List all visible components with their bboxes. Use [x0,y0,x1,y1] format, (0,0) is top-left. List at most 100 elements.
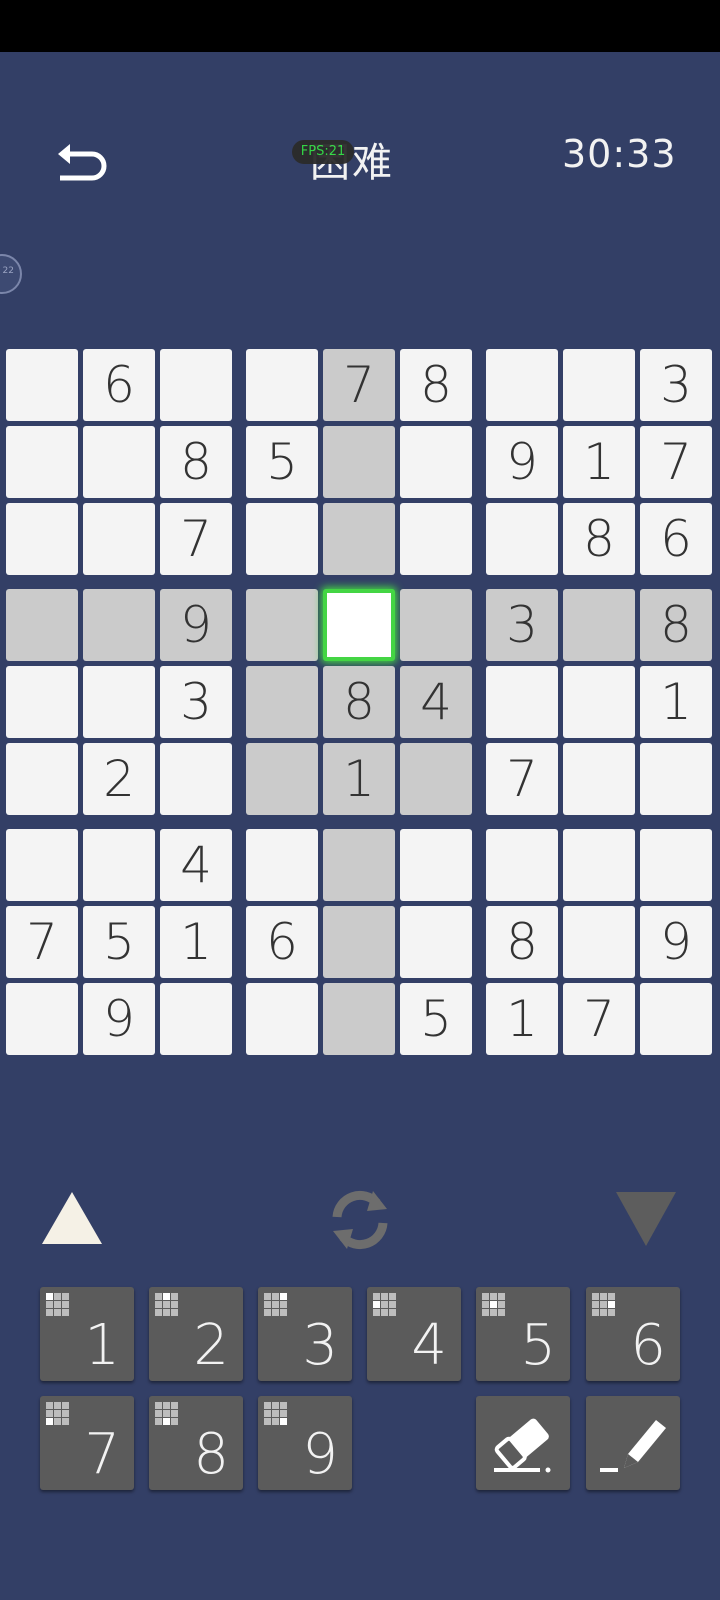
pencil-button[interactable] [586,1396,680,1490]
cell-r1-c8[interactable] [563,349,635,421]
cell-r4-c7[interactable]: 3 [486,589,558,661]
cell-r5-c2[interactable] [83,666,155,738]
cell-r3-c8[interactable]: 8 [563,503,635,575]
cell-r7-c4[interactable] [246,829,318,901]
digit-3-button[interactable]: 3 [258,1287,352,1381]
cell-r9-c9[interactable] [640,983,712,1055]
cell-r2-c4[interactable]: 5 [246,426,318,498]
cell-r5-c3[interactable]: 3 [160,666,232,738]
digit-8-button[interactable]: 8 [149,1396,243,1490]
cell-r7-c2[interactable] [83,829,155,901]
eraser-button[interactable] [476,1396,570,1490]
cell-r6-c7[interactable]: 7 [486,743,558,815]
cell-r6-c8[interactable] [563,743,635,815]
cell-r4-c1[interactable] [6,589,78,661]
cell-r3-c9[interactable]: 6 [640,503,712,575]
cell-r3-c7[interactable] [486,503,558,575]
cell-r2-c1[interactable] [6,426,78,498]
digit-7-button[interactable]: 7 [40,1396,134,1490]
cell-r8-c5[interactable] [323,906,395,978]
cell-r2-c8[interactable]: 1 [563,426,635,498]
cell-r9-c4[interactable] [246,983,318,1055]
cell-r8-c2[interactable]: 5 [83,906,155,978]
cell-r5-c4[interactable] [246,666,318,738]
cell-r3-c6[interactable] [400,503,472,575]
cell-r2-c6[interactable] [400,426,472,498]
cell-r9-c8[interactable]: 7 [563,983,635,1055]
cell-r8-c9[interactable]: 9 [640,906,712,978]
floating-side-badge[interactable]: 22 [0,254,22,294]
cell-r7-c6[interactable] [400,829,472,901]
cell-r8-c6[interactable] [400,906,472,978]
cell-r4-c3[interactable]: 9 [160,589,232,661]
cell-r3-c4[interactable] [246,503,318,575]
cell-r9-c1[interactable] [6,983,78,1055]
cell-r1-c4[interactable] [246,349,318,421]
cell-r2-c5[interactable] [323,426,395,498]
cell-r6-c4[interactable] [246,743,318,815]
cell-r4-c9[interactable]: 8 [640,589,712,661]
cell-r1-c7[interactable] [486,349,558,421]
cell-r8-c8[interactable] [563,906,635,978]
cell-r8-c3[interactable]: 1 [160,906,232,978]
cell-r7-c3[interactable]: 4 [160,829,232,901]
cell-r6-c2[interactable]: 2 [83,743,155,815]
cell-r6-c1[interactable] [6,743,78,815]
digit-5-button[interactable]: 5 [476,1287,570,1381]
previous-button[interactable] [40,1190,104,1246]
cell-r7-c5[interactable] [323,829,395,901]
notes-grid-icon [155,1293,185,1323]
cell-r9-c3[interactable] [160,983,232,1055]
cell-r6-c3[interactable] [160,743,232,815]
cell-r5-c9[interactable]: 1 [640,666,712,738]
cell-r3-c1[interactable] [6,503,78,575]
cell-r3-c2[interactable] [83,503,155,575]
cell-r4-c5[interactable] [323,589,395,661]
next-button[interactable] [614,1190,678,1248]
cell-r3-c5[interactable] [323,503,395,575]
digit-label: 9 [302,1422,338,1487]
cell-r1-c5[interactable]: 7 [323,349,395,421]
cell-r9-c5[interactable] [323,983,395,1055]
cell-r1-c9[interactable]: 3 [640,349,712,421]
cell-r5-c5[interactable]: 8 [323,666,395,738]
cell-r6-c9[interactable] [640,743,712,815]
cell-r2-c7[interactable]: 9 [486,426,558,498]
cell-r6-c6[interactable] [400,743,472,815]
cell-r5-c1[interactable] [6,666,78,738]
refresh-button[interactable] [325,1187,395,1253]
cell-r1-c3[interactable] [160,349,232,421]
cell-r4-c6[interactable] [400,589,472,661]
cell-r7-c8[interactable] [563,829,635,901]
cell-r7-c7[interactable] [486,829,558,901]
digit-4-button[interactable]: 4 [367,1287,461,1381]
cell-r4-c8[interactable] [563,589,635,661]
cell-r9-c7[interactable]: 1 [486,983,558,1055]
cell-r1-c1[interactable] [6,349,78,421]
cell-r5-c6[interactable]: 4 [400,666,472,738]
cell-r4-c2[interactable] [83,589,155,661]
cell-r2-c9[interactable]: 7 [640,426,712,498]
digit-1-button[interactable]: 1 [40,1287,134,1381]
cell-r1-c2[interactable]: 6 [83,349,155,421]
digit-6-button[interactable]: 6 [586,1287,680,1381]
cell-r2-c3[interactable]: 8 [160,426,232,498]
cell-r8-c7[interactable]: 8 [486,906,558,978]
digit-2-button[interactable]: 2 [149,1287,243,1381]
side-badge-label: 22 [2,266,14,276]
cell-r8-c1[interactable]: 7 [6,906,78,978]
cell-r9-c2[interactable]: 9 [83,983,155,1055]
cell-r7-c1[interactable] [6,829,78,901]
cell-r4-c4[interactable] [246,589,318,661]
back-button[interactable] [52,134,108,190]
cell-r3-c3[interactable]: 7 [160,503,232,575]
cell-r5-c7[interactable] [486,666,558,738]
digit-9-button[interactable]: 9 [258,1396,352,1490]
cell-r5-c8[interactable] [563,666,635,738]
cell-r8-c4[interactable]: 6 [246,906,318,978]
cell-r9-c6[interactable]: 5 [400,983,472,1055]
cell-r6-c5[interactable]: 1 [323,743,395,815]
cell-r7-c9[interactable] [640,829,712,901]
cell-r2-c2[interactable] [83,426,155,498]
cell-r1-c6[interactable]: 8 [400,349,472,421]
